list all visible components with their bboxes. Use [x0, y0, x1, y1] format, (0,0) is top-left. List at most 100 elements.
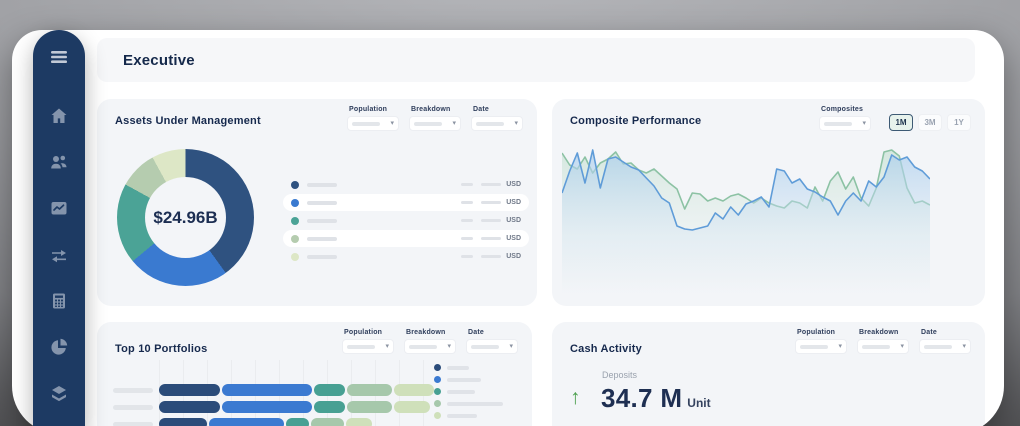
legend-value-skeleton	[461, 237, 473, 240]
legend-name-skeleton	[447, 366, 469, 370]
legend-dot	[434, 376, 441, 383]
portfolios-legend-item	[434, 376, 520, 383]
filter-date: Date ▾	[471, 106, 523, 131]
portfolios-filters: Population▾ Breakdown▾ Date ▾	[342, 329, 518, 354]
chevron-down-icon: ▾	[509, 343, 513, 350]
cash-filters: Population▾Breakdown▾Date▾	[795, 329, 971, 354]
filter-date: Date▾	[919, 329, 971, 354]
select-placeholder-skeleton	[800, 345, 828, 349]
portfolio-bar-row	[113, 384, 440, 396]
bar-segment	[222, 384, 312, 396]
legend-name-skeleton	[447, 414, 477, 418]
filter-label: Population	[797, 329, 847, 336]
filter-select[interactable]: ▾	[347, 116, 399, 131]
filter-select[interactable]: ▾	[404, 339, 456, 354]
transfers-icon[interactable]	[48, 245, 70, 265]
legend-dot	[434, 412, 441, 419]
bar-segment	[394, 401, 430, 413]
aum-legend-row: USD	[283, 212, 529, 229]
filter-select[interactable]: ▾	[471, 116, 523, 131]
portfolio-name-skeleton	[113, 388, 153, 393]
bar-segment	[346, 418, 372, 426]
legend-dot	[434, 400, 441, 407]
aum-total-value: $24.96B	[117, 149, 254, 286]
select-placeholder-skeleton	[924, 345, 952, 349]
legend-currency-label: USD	[506, 253, 521, 260]
card-title: Top 10 Portfolios	[115, 343, 207, 355]
clients-icon[interactable]	[48, 152, 70, 172]
bar-segment	[314, 401, 345, 413]
legend-dot	[291, 217, 299, 225]
card-composite-performance: Composite Performance Composites ▾ 1M3M1…	[552, 99, 985, 306]
filter-label: Breakdown	[411, 106, 461, 113]
bar-segment	[347, 384, 392, 396]
legend-currency-label: USD	[506, 181, 521, 188]
legend-dot	[291, 199, 299, 207]
page-title: Executive	[123, 52, 195, 69]
aum-legend-row: USD	[283, 248, 529, 265]
chevron-down-icon: ▾	[838, 343, 842, 350]
filter-select[interactable]: ▾	[342, 339, 394, 354]
aum-legend-row: USD	[283, 176, 529, 193]
bar-segment	[314, 384, 345, 396]
legend-name-skeleton	[447, 390, 475, 394]
allocation-pie-icon[interactable]	[48, 337, 70, 357]
filter-breakdown: Breakdown▾	[404, 329, 456, 354]
performance-chart-icon[interactable]	[48, 198, 70, 218]
home-icon[interactable]	[48, 105, 70, 125]
holdings-layers-icon[interactable]	[48, 384, 70, 404]
range-button-1y[interactable]: 1Y	[947, 114, 971, 131]
range-button-1m[interactable]: 1M	[889, 114, 913, 131]
legend-value-skeleton	[481, 219, 501, 222]
filter-select[interactable]: ▾	[857, 339, 909, 354]
select-placeholder-skeleton	[414, 122, 442, 126]
filter-composites: Composites ▾	[819, 106, 871, 131]
chevron-down-icon: ▾	[385, 343, 389, 350]
filter-label: Composites	[821, 106, 871, 113]
aum-legend-row: USD	[283, 194, 529, 211]
calculator-icon[interactable]	[48, 291, 70, 311]
select-placeholder-skeleton	[476, 122, 504, 126]
portfolio-name-skeleton	[113, 405, 153, 410]
header-bar: Executive	[97, 38, 975, 82]
card-top-10-portfolios: Top 10 Portfolios Population▾ Breakdown▾ D…	[97, 322, 532, 426]
composites-select[interactable]: ▾	[819, 116, 871, 131]
chevron-down-icon: ▾	[862, 120, 866, 127]
legend-dot	[434, 388, 441, 395]
portfolios-legend-item	[434, 388, 520, 395]
legend-name-skeleton	[307, 183, 337, 187]
filter-date: Date ▾	[466, 329, 518, 354]
deposits-value: 34.7 M	[601, 383, 682, 414]
legend-currency-label: USD	[506, 199, 521, 206]
legend-value-skeleton	[481, 201, 501, 204]
menu-icon[interactable]	[48, 47, 70, 67]
select-placeholder-skeleton	[471, 345, 499, 349]
select-placeholder-skeleton	[824, 122, 852, 126]
range-button-3m[interactable]: 3M	[918, 114, 942, 131]
filter-select[interactable]: ▾	[919, 339, 971, 354]
portfolio-name-skeleton	[113, 422, 153, 426]
bar-segment	[159, 418, 207, 426]
legend-dot	[291, 253, 299, 261]
chevron-down-icon: ▾	[452, 120, 456, 127]
deposits-label: Deposits	[602, 370, 637, 380]
trend-up-arrow-icon: ↑	[570, 386, 581, 410]
range-buttons: 1M 3M 1Y	[889, 114, 971, 131]
composite-controls: Composites ▾ 1M 3M 1Y	[819, 106, 971, 131]
legend-value-skeleton	[461, 255, 473, 258]
chevron-down-icon: ▾	[447, 343, 451, 350]
filter-label: Date	[468, 329, 518, 336]
filter-select[interactable]: ▾	[795, 339, 847, 354]
legend-value-skeleton	[481, 237, 501, 240]
filter-select[interactable]: ▾	[466, 339, 518, 354]
card-title: Composite Performance	[570, 115, 701, 127]
filter-select[interactable]: ▾	[409, 116, 461, 131]
portfolio-bar-row	[113, 418, 440, 426]
filter-label: Date	[473, 106, 523, 113]
filter-population: Population ▾	[347, 106, 399, 131]
filter-label: Population	[349, 106, 399, 113]
card-assets-under-management: Assets Under Management Population▾Break…	[97, 99, 537, 306]
chevron-down-icon: ▾	[514, 120, 518, 127]
bar-segment	[209, 418, 284, 426]
filter-population: Population▾	[342, 329, 394, 354]
